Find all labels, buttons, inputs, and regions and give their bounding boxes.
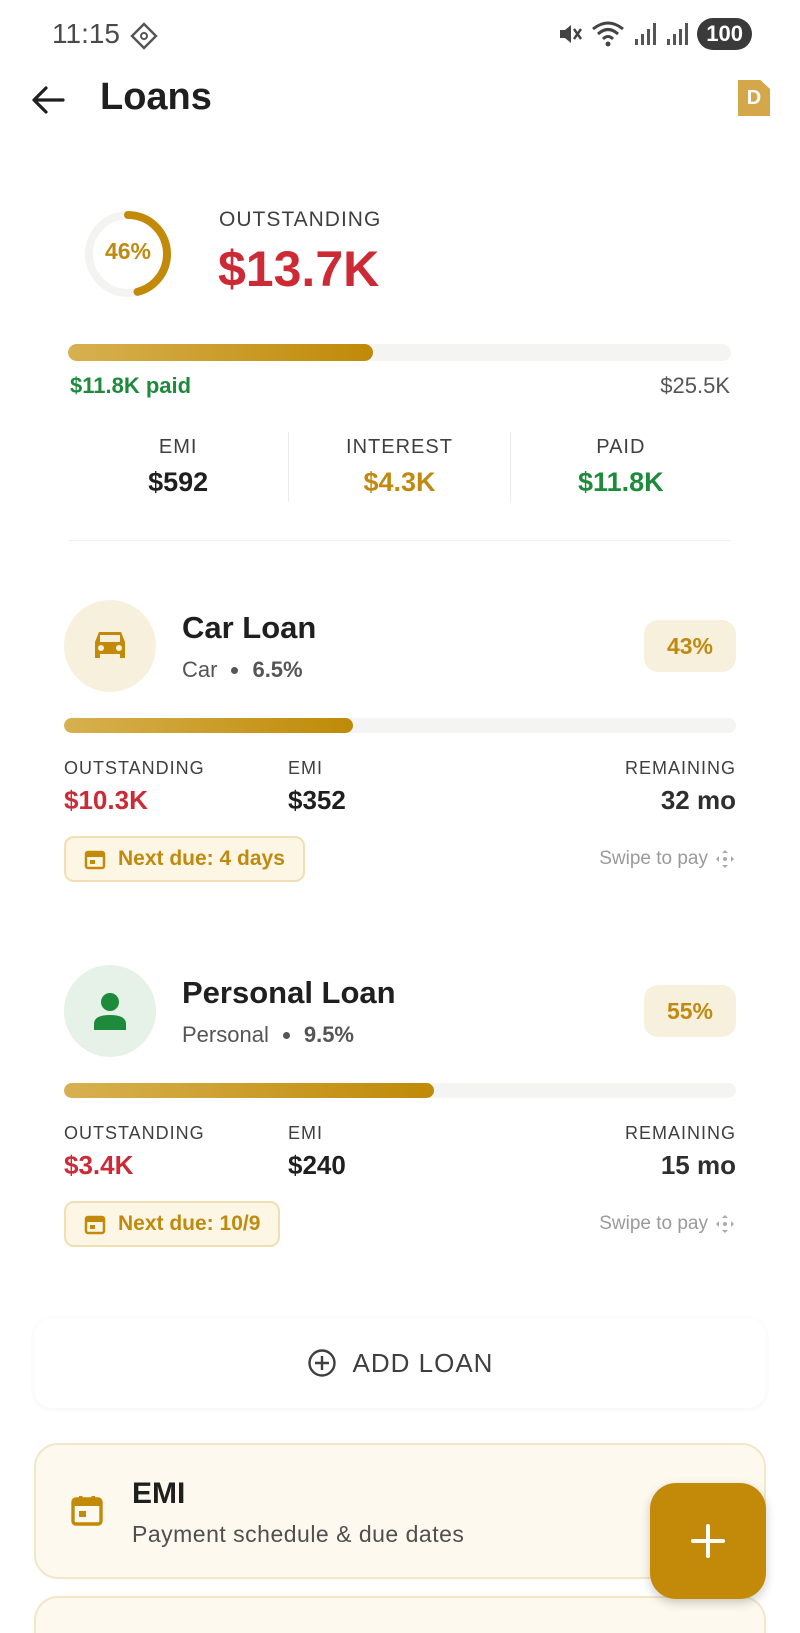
loan-card-car[interactable]: Car Loan Car 6.5% 43% OUTSTANDING $10.3K… bbox=[64, 600, 736, 900]
page-title: Loans bbox=[100, 76, 212, 118]
summary-progress-fill bbox=[68, 344, 373, 361]
next-due-text: Next due: 4 days bbox=[118, 847, 285, 870]
summary-progress-bar bbox=[68, 344, 731, 361]
stat-value: $4.3K bbox=[363, 467, 436, 497]
emi-card-title: EMI bbox=[132, 1477, 186, 1510]
loan-type: Car bbox=[182, 657, 218, 682]
paid-amount: $11.8K paid bbox=[70, 373, 192, 398]
stat-emi: EMI $592 bbox=[68, 432, 290, 502]
percent-paid-label: 46% bbox=[104, 238, 152, 264]
stat-label: PAID bbox=[596, 436, 646, 458]
app-notification-icon bbox=[130, 22, 158, 50]
status-bar: 11:15 100 bbox=[0, 0, 800, 72]
signal-icon-2 bbox=[667, 23, 689, 45]
next-due-chip[interactable]: Next due: 10/9 bbox=[64, 1201, 281, 1247]
outstanding-value: $3.4K bbox=[64, 1150, 134, 1180]
loan-name: Personal Loan bbox=[182, 975, 396, 1010]
loan-progress-fill bbox=[64, 718, 353, 733]
calendar-icon bbox=[84, 1215, 106, 1235]
person-icon bbox=[94, 993, 126, 1030]
add-loan-label: ADD LOAN bbox=[352, 1347, 494, 1378]
swipe-hint: Swipe to pay bbox=[599, 848, 736, 870]
loan-card-personal[interactable]: Personal Loan Personal 9.5% 55% OUTSTAND… bbox=[64, 965, 736, 1265]
swipe-icon bbox=[716, 850, 734, 868]
remaining-value: 32 mo bbox=[660, 785, 736, 815]
emi-value: $352 bbox=[288, 785, 346, 815]
swipe-icon bbox=[716, 1215, 734, 1233]
outstanding-value: $13.7K bbox=[218, 241, 380, 297]
add-fab-button[interactable] bbox=[650, 1483, 766, 1599]
wifi-icon bbox=[592, 21, 625, 47]
swipe-hint-text: Swipe to pay bbox=[599, 1213, 708, 1234]
separator-dot bbox=[231, 666, 239, 674]
document-icon[interactable]: D bbox=[738, 80, 770, 116]
remaining-value: 15 mo bbox=[660, 1150, 736, 1180]
remaining-label: REMAINING bbox=[624, 1123, 736, 1143]
outstanding-label: OUTSTANDING bbox=[64, 758, 205, 778]
outstanding-value: $10.3K bbox=[64, 785, 148, 815]
outstanding-label: OUTSTANDING bbox=[219, 208, 382, 231]
next-card[interactable] bbox=[34, 1596, 766, 1633]
stat-value: $11.8K bbox=[578, 467, 664, 497]
loan-rate: 9.5% bbox=[303, 1022, 354, 1047]
loan-progress-bar bbox=[64, 718, 736, 733]
battery-indicator: 100 bbox=[697, 18, 752, 50]
summary-stats: EMI $592 INTEREST $4.3K PAID $11.8K bbox=[68, 432, 731, 502]
status-icons: 100 bbox=[557, 18, 752, 50]
calendar-icon bbox=[71, 1496, 103, 1526]
signal-icon bbox=[635, 23, 657, 45]
plus-icon bbox=[691, 1524, 725, 1558]
loan-subtitle: Personal 9.5% bbox=[182, 1022, 354, 1048]
loan-type: Personal bbox=[182, 1022, 269, 1047]
add-loan-button[interactable]: ADD LOAN bbox=[34, 1318, 766, 1408]
emi-card-subtitle: Payment schedule & due dates bbox=[132, 1521, 465, 1547]
swipe-hint: Swipe to pay bbox=[599, 1213, 736, 1235]
loan-subtitle: Car 6.5% bbox=[182, 657, 303, 683]
car-icon bbox=[95, 632, 125, 658]
add-circle-icon bbox=[307, 1349, 336, 1377]
arrow-back-icon bbox=[32, 86, 65, 114]
loan-percent-badge: 43% bbox=[644, 620, 736, 672]
stat-label: INTEREST bbox=[346, 436, 453, 458]
loan-avatar bbox=[64, 600, 156, 692]
stat-interest: INTEREST $4.3K bbox=[289, 432, 511, 502]
stat-value: $592 bbox=[148, 467, 209, 497]
next-due-text: Next due: 10/9 bbox=[118, 1212, 261, 1235]
mute-icon bbox=[560, 25, 583, 43]
loan-avatar bbox=[64, 965, 156, 1057]
loan-name: Car Loan bbox=[182, 610, 317, 645]
emi-label: EMI bbox=[288, 1123, 324, 1143]
loan-rate: 6.5% bbox=[252, 657, 303, 682]
status-time: 11:15 bbox=[52, 18, 120, 49]
loan-percent-badge: 55% bbox=[644, 985, 736, 1037]
outstanding-label: OUTSTANDING bbox=[64, 1123, 205, 1143]
app-bar: Loans D bbox=[0, 72, 800, 124]
emi-value: $240 bbox=[288, 1150, 346, 1180]
stat-label: EMI bbox=[158, 436, 198, 458]
remaining-label: REMAINING bbox=[624, 758, 736, 778]
divider bbox=[68, 540, 731, 541]
loan-progress-bar bbox=[64, 1083, 736, 1098]
total-amount: $25.5K bbox=[660, 373, 730, 398]
stat-paid: PAID $11.8K bbox=[511, 432, 731, 502]
next-due-chip[interactable]: Next due: 4 days bbox=[64, 836, 305, 882]
emi-label: EMI bbox=[288, 758, 324, 778]
separator-dot bbox=[282, 1031, 290, 1039]
loan-progress-fill bbox=[64, 1083, 434, 1098]
calendar-icon bbox=[84, 850, 106, 870]
back-button[interactable] bbox=[28, 80, 68, 120]
swipe-hint-text: Swipe to pay bbox=[599, 848, 708, 869]
